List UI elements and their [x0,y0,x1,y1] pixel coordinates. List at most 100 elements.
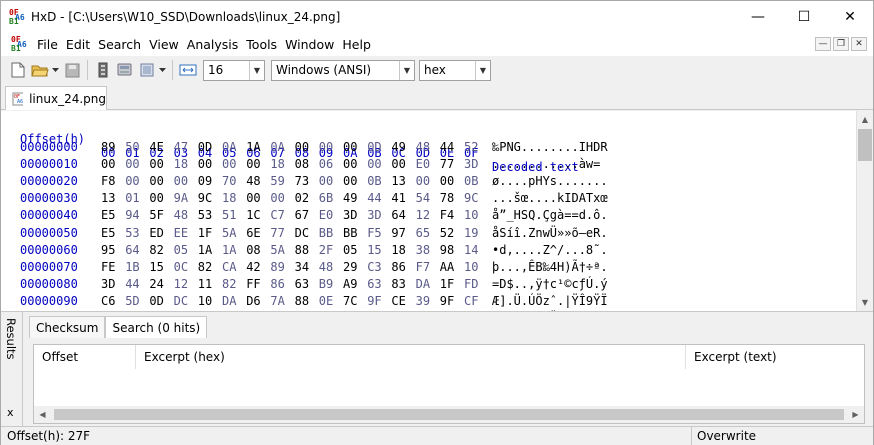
hex-byte[interactable]: 38 [416,243,430,257]
hex-row[interactable]: 00000070 FE 1B 15 0C 82 CA 42 89 34 48 29 C3 86 F7 AA 10… [1,260,856,274]
hex-byte[interactable]: C7 [270,208,284,222]
hex-byte[interactable]: 9F [440,294,454,308]
hex-byte[interactable]: AA [440,260,454,274]
menu-tools[interactable]: Tools [242,37,281,52]
hex-byte[interactable]: 9C [464,191,478,205]
hex-byte[interactable]: 7C [343,294,357,308]
hex-byte[interactable]: 18 [174,157,188,171]
hex-byte[interactable]: 00 [440,174,454,188]
hex-byte[interactable]: 1C [246,208,260,222]
hex-byte[interactable]: 01 [125,191,139,205]
tab-linux-24-png[interactable]: 0F A6 linux_24.png [5,86,107,110]
hex-byte[interactable]: FD [464,277,478,291]
decoded-text[interactable]: åSíî.ZnwÜ»»õ—eR. [492,226,608,240]
mdi-restore-button[interactable]: ❐ [833,37,849,51]
hex-row[interactable]: 00000060 95 64 82 05 1A 1A 08 5A 88 2F 05 15 18 38 98 14… [1,243,856,257]
hex-byte[interactable]: BB [343,226,357,240]
decoded-text[interactable]: þ...‚ÊB‰4H)Ã†÷ª. [492,260,608,274]
menu-view[interactable]: View [145,37,183,52]
maximize-button[interactable]: ☐ [781,1,827,32]
hex-byte[interactable]: 00 [343,140,357,154]
hex-byte[interactable]: 3D [464,157,478,171]
scrollbar-thumb[interactable] [858,129,872,161]
hex-byte[interactable]: C3 [367,260,381,274]
column-offset[interactable]: Offset [34,345,136,369]
hex-byte[interactable]: 10 [198,294,212,308]
hex-byte[interactable]: 52 [440,226,454,240]
hex-byte[interactable]: 70 [222,174,236,188]
hex-row[interactable]: 00000040 E5 94 5F 48 53 51 1C C7 67 E0 3D 3D 64 12 F4 10… [1,208,856,222]
hex-byte[interactable]: 95 [101,243,115,257]
hex-byte[interactable]: 0C [174,260,188,274]
hex-row[interactable]: 00000000 89 50 4E 47 0D 0A 1A 0A 00 00 00 0D 49 48 44 52… [1,140,856,154]
hex-byte[interactable]: 48 [319,260,333,274]
hex-byte[interactable]: 9A [174,191,188,205]
hex-byte[interactable]: 00 [174,174,188,188]
menu-window[interactable]: Window [281,37,338,52]
hex-byte[interactable]: 64 [125,243,139,257]
hex-byte[interactable]: 18 [222,191,236,205]
hex-byte[interactable]: 00 [343,157,357,171]
hex-byte[interactable]: 00 [222,157,236,171]
hex-byte[interactable]: 0D [198,140,212,154]
hex-byte[interactable]: 13 [391,174,405,188]
hex-byte[interactable]: 64 [391,208,405,222]
hex-byte[interactable]: F4 [440,208,454,222]
hex-byte[interactable]: A9 [343,277,357,291]
hex-byte[interactable]: 18 [391,243,405,257]
hex-byte[interactable]: 53 [125,226,139,240]
hex-byte[interactable]: 05 [174,243,188,257]
hex-byte[interactable]: 86 [270,277,284,291]
hex-byte[interactable]: 12 [416,208,430,222]
hex-byte[interactable]: 00 [319,140,333,154]
hex-byte[interactable]: 1F [440,277,454,291]
hex-byte[interactable]: 5D [125,294,139,308]
hex-byte[interactable]: 3D [367,208,381,222]
hex-byte[interactable]: 12 [174,277,188,291]
save-button[interactable] [61,59,83,81]
hex-row[interactable]: 00000050 E5 53 ED EE 1F 5A 6E 77 DC BB BB F5 97 65 52 19… [1,226,856,240]
decoded-text[interactable]: Æ].Ü.ÚÖzˆ.|ŸÎ9ŸÏ [492,294,608,308]
hex-byte[interactable]: 00 [149,191,163,205]
open-dropdown-arrow[interactable] [51,59,61,81]
decoded-text[interactable]: ............àw= [492,157,600,171]
hex-byte[interactable]: 9C [198,191,212,205]
hex-row[interactable]: 00000090 C6 5D 0D DC 10 DA D6 7A 88 0E 7C 9F CE 39 9F CF… [1,294,856,308]
hex-byte[interactable]: 98 [440,243,454,257]
hex-byte[interactable]: 00 [295,140,309,154]
hex-byte[interactable]: BB [319,226,333,240]
hex-byte[interactable]: 1A [222,243,236,257]
hex-byte[interactable]: DC [174,294,188,308]
main-memory-button[interactable] [136,59,158,81]
hex-byte[interactable]: 00 [343,174,357,188]
hex-byte[interactable]: 67 [295,208,309,222]
hex-byte[interactable]: 52 [464,140,478,154]
hex-byte[interactable]: 5A [270,243,284,257]
decoded-text[interactable]: ø....pHYs....... [492,174,608,188]
hex-editor-view[interactable]: Offset(h) 00 01 02 03 04 05 06 07 08 09 0A 0B 0C 0D 0E… [1,111,856,311]
hex-byte[interactable]: 1A [246,140,260,154]
column-excerpt-hex[interactable]: Excerpt (hex) [136,345,686,369]
menu-edit[interactable]: Edit [62,37,94,52]
hex-byte[interactable]: 13 [101,191,115,205]
status-edit-mode[interactable]: Overwrite [691,427,871,445]
hex-byte[interactable]: 48 [416,140,430,154]
hex-byte[interactable]: CA [222,260,236,274]
hex-byte[interactable]: 48 [246,174,260,188]
hex-byte[interactable]: 83 [391,277,405,291]
hex-byte[interactable]: 63 [367,277,381,291]
hex-byte[interactable]: 44 [367,191,381,205]
hex-byte[interactable]: 77 [270,226,284,240]
hex-byte[interactable]: 63 [295,277,309,291]
hex-byte[interactable]: F8 [101,174,115,188]
hex-vertical-scrollbar[interactable]: ▲ ▼ [856,111,873,311]
hex-byte[interactable]: ED [149,226,163,240]
hex-byte[interactable]: 0A [270,140,284,154]
hex-byte[interactable]: 9F [367,294,381,308]
hex-byte[interactable]: C6 [101,294,115,308]
hex-byte[interactable]: D6 [246,294,260,308]
hex-byte[interactable]: 00 [125,174,139,188]
menu-search[interactable]: Search [94,37,145,52]
hex-byte[interactable]: 53 [198,208,212,222]
document-system-menu-icon[interactable]: 0F A6 B1 [11,36,27,53]
